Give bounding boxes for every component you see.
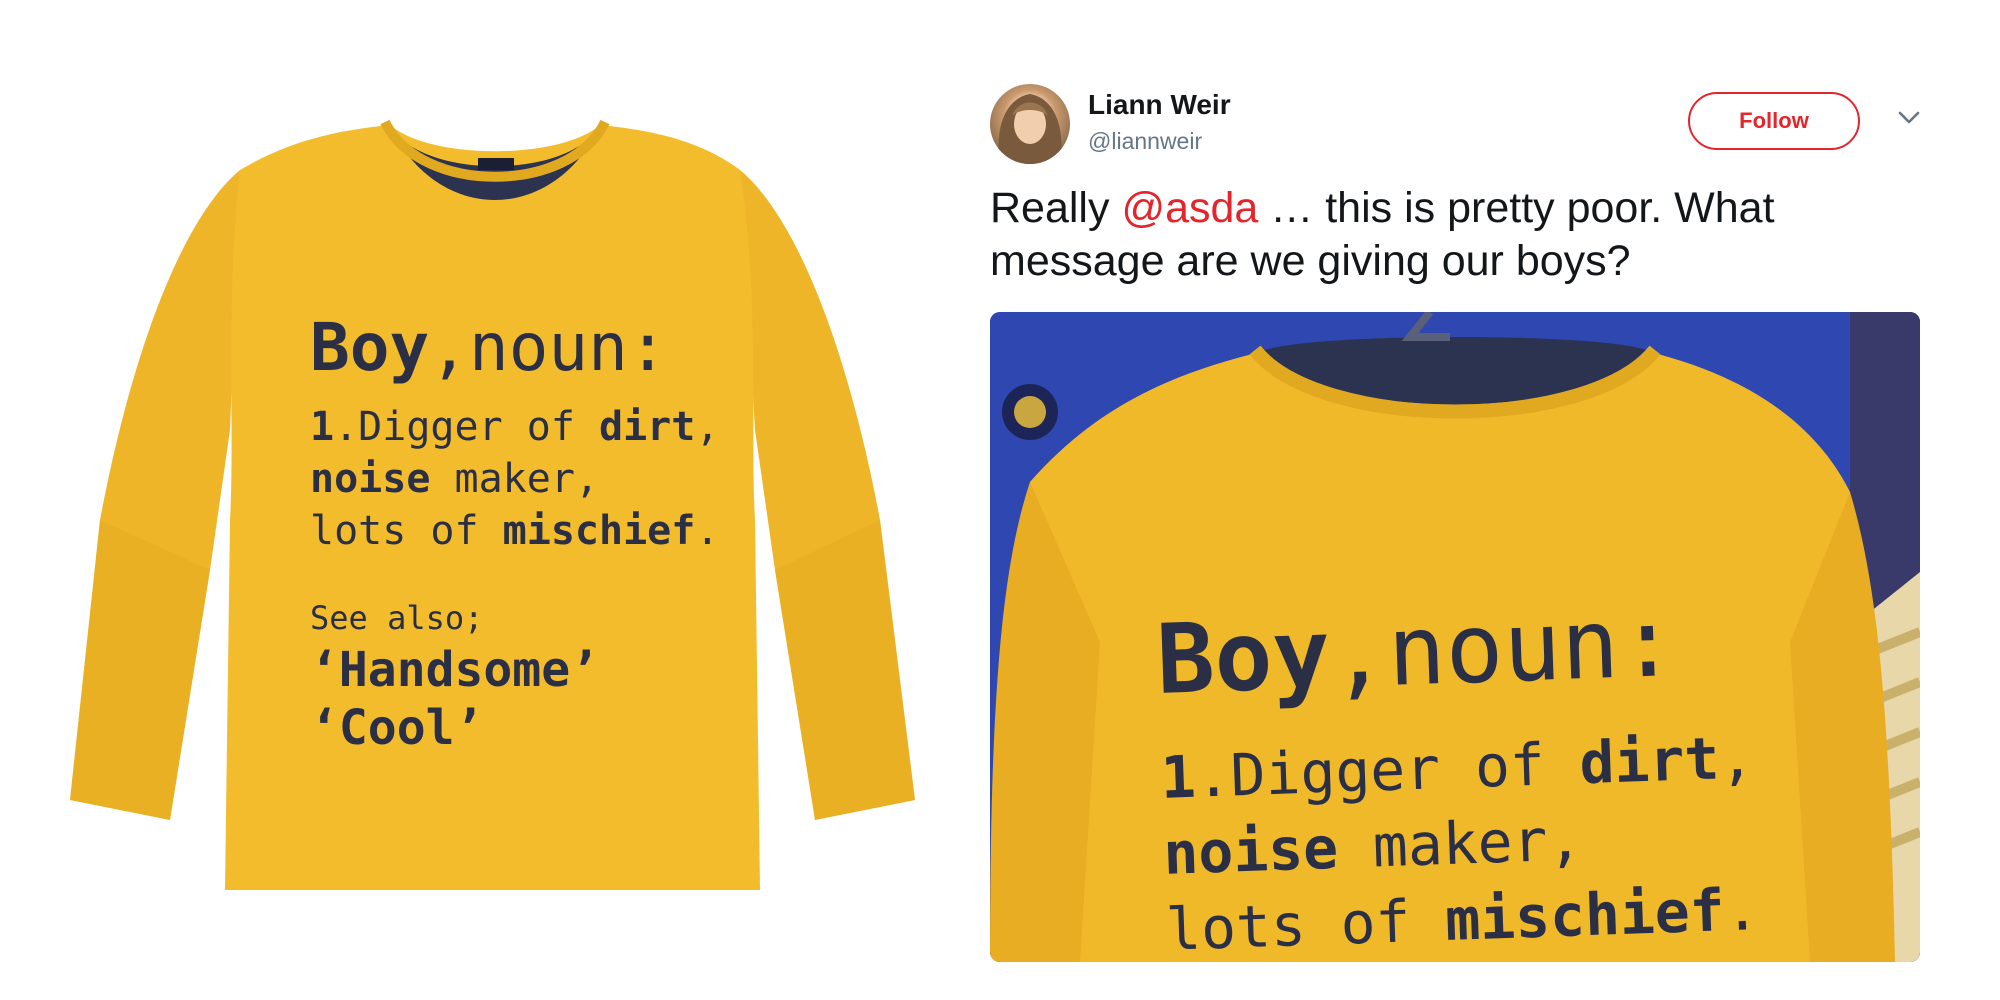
print-headline-word: Boy (310, 309, 430, 386)
tweet-text-start: Really (990, 184, 1122, 232)
photo-line3-b: mischief (1444, 876, 1726, 955)
print-line3-b: mischief (502, 508, 696, 554)
photo-line2-b: maker, (1336, 805, 1584, 882)
print-line1-a: .Digger of (334, 404, 599, 450)
print-definition-line-1: 1.Digger of dirt, (310, 401, 719, 453)
mention-link[interactable]: @asda (1121, 184, 1258, 232)
shirt-print-text: Boy,noun: 1.Digger of dirt, noise maker,… (310, 315, 719, 757)
print-line3-c: . (695, 508, 720, 554)
photo-headline-rest: ,noun: (1328, 585, 1679, 710)
print-headline-rest: ,noun: (429, 309, 668, 386)
avatar[interactable] (990, 84, 1070, 164)
photo-print-text: Boy,noun: 1.Digger of dirt, noise maker,… (1155, 586, 1761, 962)
print-word-handsome: ‘Handsome’ (310, 642, 599, 698)
tweet-photo[interactable]: Boy,noun: 1.Digger of dirt, noise maker,… (990, 312, 1920, 962)
print-definition-line-2: noise maker, (310, 453, 719, 505)
user-handle[interactable]: @liannweir (1088, 128, 1202, 155)
photo-line1-c: , (1717, 723, 1756, 793)
print-line2-b: maker, (430, 456, 600, 502)
print-line1-c: , (695, 404, 720, 450)
print-line3-a: lots of (310, 508, 503, 554)
chevron-down-icon[interactable] (1894, 102, 1924, 132)
photo-line1-a: .Digger of (1194, 729, 1581, 811)
avatar-portrait (998, 94, 1062, 164)
print-definition-line-3: lots of mischief. (310, 505, 719, 557)
tweet-card: Liann Weir @liannweir Follow Really @asd… (990, 84, 1930, 964)
print-word-cool: ‘Cool’ (310, 700, 484, 756)
photo-line2-a: noise (1162, 813, 1340, 888)
photo-headline-word: Boy (1154, 597, 1332, 716)
page: Boy,noun: 1.Digger of dirt, noise maker,… (0, 0, 2000, 1000)
product-image: Boy,noun: 1.Digger of dirt, noise maker,… (60, 100, 920, 910)
print-definition-number: 1 (310, 404, 335, 450)
follow-button[interactable]: Follow (1688, 92, 1860, 150)
photo-line1-b: dirt (1578, 724, 1721, 798)
print-line1-b: dirt (599, 404, 696, 450)
print-headline: Boy,noun: (310, 315, 719, 381)
print-see-also: See also; (310, 599, 484, 637)
user-name[interactable]: Liann Weir (1088, 89, 1231, 121)
tweet-text: Really @asda … this is pretty poor. What… (990, 182, 1920, 288)
photo-headline: Boy,noun: (1155, 586, 1752, 716)
photo-definition-number: 1 (1159, 742, 1197, 812)
photo-line3-a: lots of (1164, 886, 1447, 962)
photo-line3-c: . (1723, 875, 1761, 945)
print-line2-a: noise (310, 456, 431, 502)
